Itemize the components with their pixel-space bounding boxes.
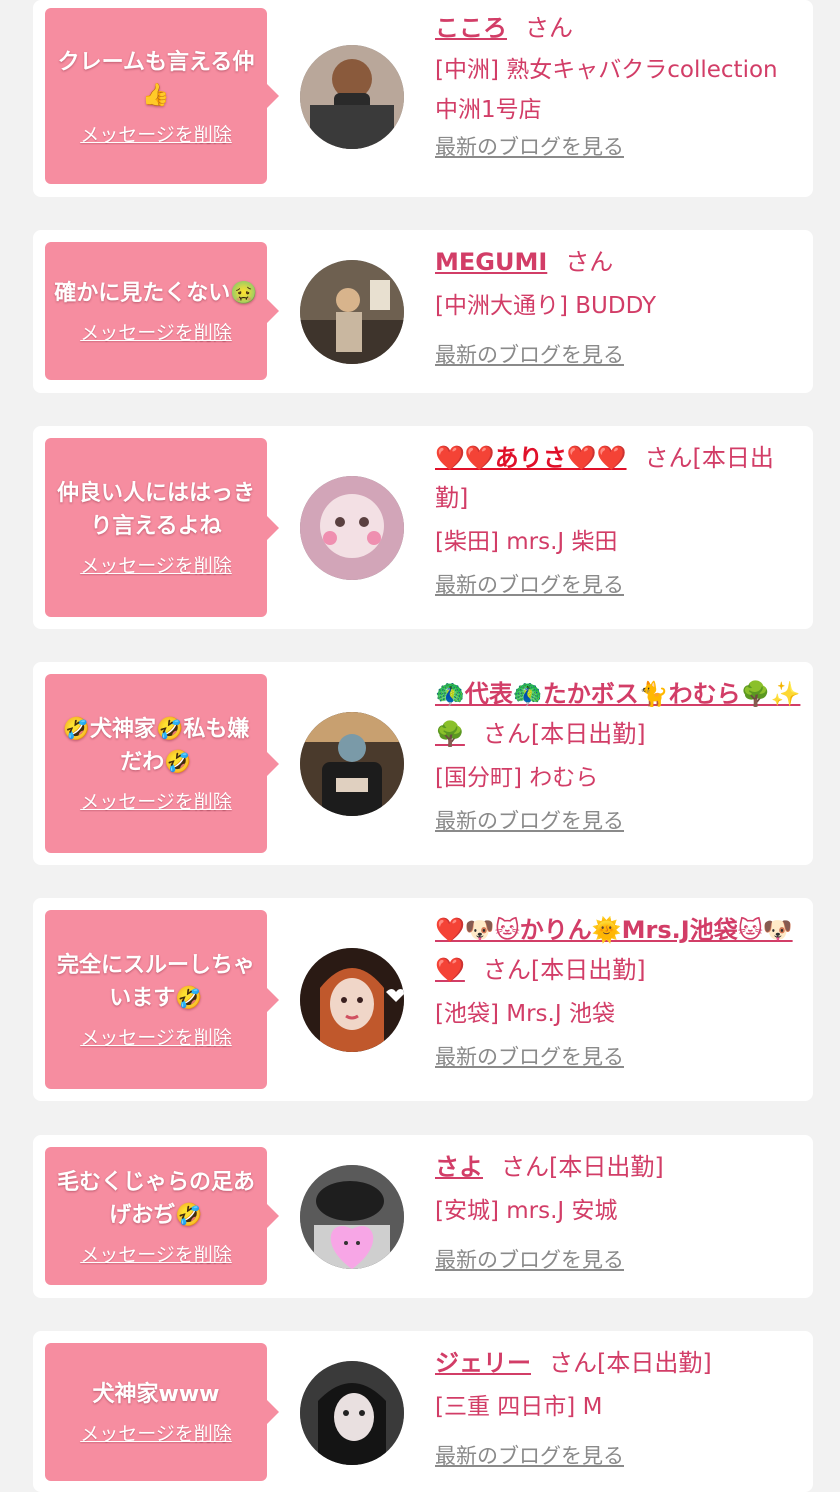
avatar[interactable]	[300, 712, 404, 816]
status-text: [本日出勤]	[549, 1153, 664, 1181]
cast-info: 🦚代表🦚たかボス🐈わむら🌳✨🌳 さん[本日出勤] [国分町] わむら 最新のブログ…	[435, 674, 805, 836]
shop-text: [三重 四日市] M	[435, 1394, 603, 1420]
message-card: 🤣犬神家🤣私も嫌だわ🤣 メッセージを削除 🦚代表🦚たかボス🐈わむら🌳✨🌳 さん[本…	[33, 662, 813, 865]
message-text: 確かに見たくない🤢	[54, 281, 258, 306]
delete-message-link[interactable]: メッセージを削除	[80, 551, 232, 578]
status-text: [本日出勤]	[530, 956, 646, 984]
name-line: 🦚代表🦚たかボス🐈わむら🌳✨🌳 さん[本日出勤]	[435, 674, 805, 754]
message-bubble: 完全にスルーしちゃいます🤣 メッセージを削除	[45, 910, 279, 1089]
cast-info: ❤️🐶🐱かりん🌞Mrs.J池袋🐱🐶❤️ さん[本日出勤] [池袋] Mrs.J 池…	[435, 910, 805, 1072]
latest-blog-link[interactable]: 最新のブログを見る	[435, 132, 805, 162]
cast-info: こころ さん [中洲] 熟女キャバクラcollection 中洲1号店 最新のブロ…	[435, 8, 805, 162]
latest-blog-link[interactable]: 最新のブログを見る	[435, 1245, 805, 1275]
delete-message-link[interactable]: メッセージを削除	[80, 1419, 232, 1446]
delete-message-link[interactable]: メッセージを削除	[80, 318, 232, 345]
cast-info: ❤️❤️ありさ❤️❤️ さん[本日出勤] [柴田] mrs.J 柴田 最新のブログ…	[435, 438, 805, 600]
latest-blog-link[interactable]: 最新のブログを見る	[435, 570, 805, 600]
message-bubble: 確かに見たくない🤢 メッセージを削除	[45, 242, 279, 380]
message-text: 仲良い人にははっきり言えるよね	[56, 481, 255, 539]
message-card: 仲良い人にははっきり言えるよね メッセージを削除 ❤️❤️ありさ❤️❤️ さん[本…	[33, 426, 813, 629]
cast-name-link[interactable]: ❤️❤️ありさ❤️❤️	[435, 444, 627, 472]
avatar[interactable]	[300, 1361, 404, 1465]
honorific: さん	[565, 248, 614, 276]
name-line: ❤️🐶🐱かりん🌞Mrs.J池袋🐱🐶❤️ さん[本日出勤]	[435, 910, 805, 990]
message-text: 🤣犬神家🤣私も嫌だわ🤣	[62, 717, 250, 775]
latest-blog-link[interactable]: 最新のブログを見る	[435, 1042, 805, 1072]
honorific: さん	[501, 1153, 549, 1181]
status-text: [本日出勤]	[530, 720, 646, 748]
shop-text: [国分町] わむら	[435, 765, 599, 791]
avatar[interactable]	[300, 45, 404, 149]
honorific: さん	[482, 956, 531, 984]
message-bubble: クレームも言える仲👍 メッセージを削除	[45, 8, 279, 184]
cast-name-link[interactable]: こころ	[435, 14, 507, 42]
shop-text: [池袋] Mrs.J 池袋	[435, 1001, 615, 1027]
message-bubble: 犬神家www メッセージを削除	[45, 1343, 279, 1481]
name-line: ジェリー さん[本日出勤]	[435, 1343, 805, 1383]
latest-blog-link[interactable]: 最新のブログを見る	[435, 1441, 805, 1471]
delete-message-link[interactable]: メッセージを削除	[80, 1240, 232, 1267]
message-card: 確かに見たくない🤢 メッセージを削除 MEGUMI さん [中洲大通り] BUDD…	[33, 230, 813, 393]
cast-name-link[interactable]: ジェリー	[435, 1349, 531, 1377]
delete-message-link[interactable]: メッセージを削除	[80, 120, 232, 147]
message-bubble: 毛むくじゃらの足あげおぢ🤣 メッセージを削除	[45, 1147, 279, 1285]
shop-text: [安城] mrs.J 安城	[435, 1198, 618, 1224]
delete-message-link[interactable]: メッセージを削除	[80, 787, 232, 814]
honorific: さん	[549, 1349, 597, 1377]
honorific: さん	[482, 720, 531, 748]
cast-info: さよ さん[本日出勤] [安城] mrs.J 安城 最新のブログを見る	[435, 1147, 805, 1275]
cast-name-link[interactable]: さよ	[435, 1153, 483, 1181]
shop-text: [柴田] mrs.J 柴田	[435, 529, 618, 555]
cast-name-link[interactable]: MEGUMI	[435, 248, 547, 276]
avatar[interactable]	[300, 1165, 404, 1269]
name-line: さよ さん[本日出勤]	[435, 1147, 805, 1187]
name-line: ❤️❤️ありさ❤️❤️ さん[本日出勤]	[435, 438, 805, 518]
message-text: クレームも言える仲👍	[57, 49, 255, 108]
delete-message-link[interactable]: メッセージを削除	[80, 1023, 232, 1050]
latest-blog-link[interactable]: 最新のブログを見る	[435, 806, 805, 836]
latest-blog-link[interactable]: 最新のブログを見る	[435, 340, 805, 370]
message-card: クレームも言える仲👍 メッセージを削除 こころ さん [中洲] 熟女キャバクラco…	[33, 0, 813, 197]
message-bubble: 🤣犬神家🤣私も嫌だわ🤣 メッセージを削除	[45, 674, 279, 853]
cast-info: ジェリー さん[本日出勤] [三重 四日市] M 最新のブログを見る	[435, 1343, 805, 1471]
honorific: さん	[525, 14, 573, 42]
name-line: こころ さん	[435, 8, 805, 48]
shop-text: [中洲大通り] BUDDY	[435, 293, 657, 319]
message-text: 犬神家www	[92, 1382, 220, 1407]
message-card: 完全にスルーしちゃいます🤣 メッセージを削除 ❤️🐶🐱かりん🌞Mrs.J池袋🐱🐶…	[33, 898, 813, 1101]
avatar[interactable]	[300, 260, 404, 364]
message-text: 毛むくじゃらの足あげおぢ🤣	[56, 1169, 255, 1228]
honorific: さん	[644, 444, 693, 472]
status-text: [本日出勤]	[597, 1349, 712, 1377]
message-text: 完全にスルーしちゃいます🤣	[56, 953, 255, 1011]
avatar[interactable]	[300, 948, 404, 1052]
avatar[interactable]	[300, 476, 404, 580]
message-card: 犬神家www メッセージを削除 ジェリー さん[本日出勤] [三重 四日市] M …	[33, 1331, 813, 1492]
shop-text: [中洲] 熟女キャバクラcollection 中洲1号店	[435, 57, 778, 123]
name-line: MEGUMI さん	[435, 242, 805, 282]
message-card: 毛むくじゃらの足あげおぢ🤣 メッセージを削除 さよ さん[本日出勤] [安城] m…	[33, 1135, 813, 1298]
message-bubble: 仲良い人にははっきり言えるよね メッセージを削除	[45, 438, 279, 617]
cast-info: MEGUMI さん [中洲大通り] BUDDY 最新のブログを見る	[435, 242, 805, 370]
